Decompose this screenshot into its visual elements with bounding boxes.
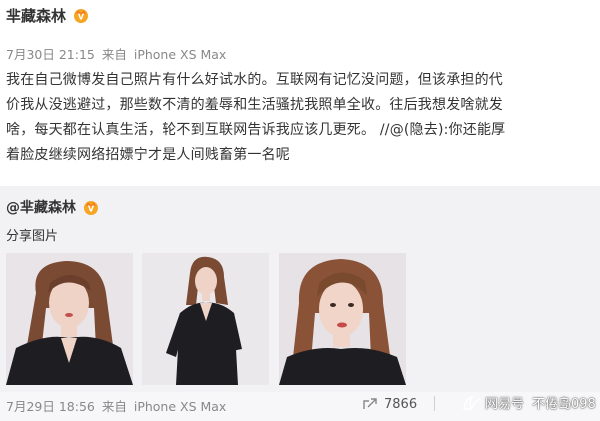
vip-crown-icon[interactable]: V bbox=[72, 6, 90, 24]
repost-author-mention[interactable]: @(隐去) bbox=[390, 122, 444, 138]
quoted-photo-2[interactable] bbox=[142, 253, 269, 385]
footer-divider bbox=[434, 396, 435, 411]
post-source-prefix: 来自 bbox=[101, 47, 127, 62]
post-meta: 7月30日 21:15 来自 iPhone XS Max bbox=[6, 44, 226, 63]
share-button[interactable]: 7866 bbox=[362, 394, 417, 414]
post-line-1: 我在自己微博发自己照片有什么好试水的。互联网有记忆没问题，但该承担的代 bbox=[6, 72, 503, 88]
quoted-author-name[interactable]: @芈藏森林 bbox=[6, 197, 76, 217]
post-line-2: 价我从没逃避过，那些数不清的羞辱和生活骚扰我照单全收。往后我想发啥就发 bbox=[6, 97, 503, 113]
post-body: 我在自己微博发自己照片有什么好试水的。互联网有记忆没问题，但该承担的代 价我从没… bbox=[6, 68, 596, 168]
post-line-3: 啥，每天都在认真生活，轮不到互联网告诉我应该几更死。 //@(隐去):你还能厚 bbox=[6, 118, 596, 143]
quoted-date[interactable]: 7月29日 18:56 bbox=[6, 399, 95, 414]
quoted-post-header: @芈藏森林 V bbox=[6, 196, 100, 218]
svg-text:V: V bbox=[78, 13, 85, 22]
watermark-brand: 网易号 bbox=[485, 397, 525, 412]
repost-text: :你还能厚 bbox=[443, 122, 506, 138]
quoted-source-prefix: 来自 bbox=[101, 399, 127, 414]
post-device: iPhone XS Max bbox=[133, 47, 227, 62]
svg-text:V: V bbox=[88, 205, 95, 214]
share-icon bbox=[363, 398, 377, 409]
post-date[interactable]: 7月30日 21:15 bbox=[6, 47, 95, 62]
post-header: 芈藏森林 V bbox=[6, 4, 90, 26]
share-count: 7866 bbox=[384, 396, 418, 412]
watermark-account: 不倦岛098 bbox=[532, 397, 596, 412]
netease-logo-icon bbox=[463, 395, 481, 410]
post-author-name[interactable]: 芈藏森林 bbox=[6, 5, 66, 26]
vip-crown-icon[interactable]: V bbox=[82, 198, 100, 216]
quoted-device: iPhone XS Max bbox=[133, 399, 227, 414]
post-line-3-text: 啥，每天都在认真生活，轮不到互联网告诉我应该几更死。 // bbox=[6, 122, 390, 138]
quoted-post-text: 分享图片 bbox=[6, 229, 59, 244]
post-line-4: 着脸皮继续网络招嫖宁才是人间贱畜第一名呢 bbox=[6, 147, 290, 163]
quoted-photo-1[interactable] bbox=[6, 253, 133, 385]
quoted-photo-3[interactable] bbox=[279, 253, 406, 385]
watermark: 网易号 不倦岛098 bbox=[462, 393, 596, 412]
quoted-meta: 7月29日 18:56 来自 iPhone XS Max bbox=[6, 396, 226, 415]
